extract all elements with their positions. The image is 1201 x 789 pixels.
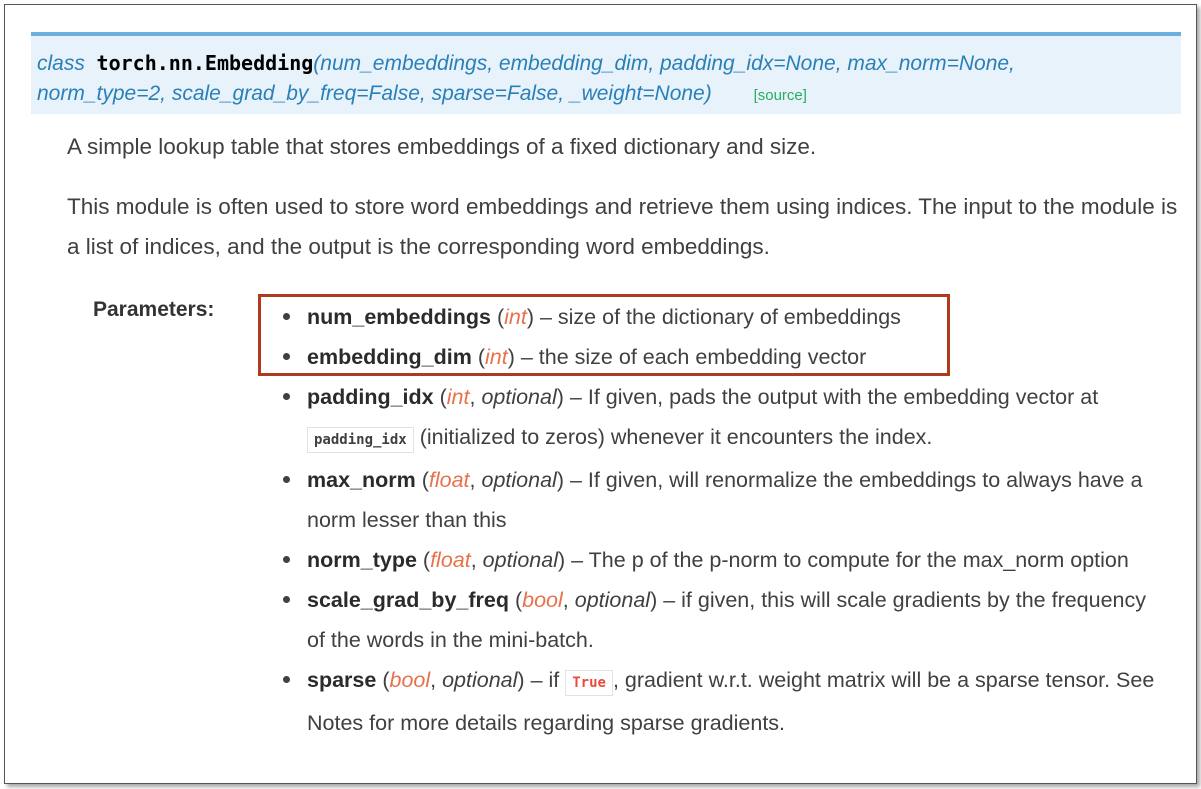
param-desc-cont: , gradient w.r.t. weight matrix will be … (307, 668, 1155, 735)
param-desc: – if (524, 668, 566, 692)
param-optional: optional (574, 588, 651, 612)
param-desc: – If given, pads the output with the emb… (563, 385, 1099, 409)
signature-args-line2: norm_type=2, scale_grad_by_freq=False, s… (37, 82, 712, 105)
param-name: sparse (307, 668, 377, 692)
parameters-label: Parameters: (93, 298, 215, 321)
param-type: bool (522, 588, 563, 612)
class-name: torch.nn.Embedding (96, 51, 314, 75)
signature-args-line1: (num_embeddings, embedding_dim, padding_… (313, 52, 1015, 75)
inline-code: padding_idx (307, 427, 414, 453)
param-type: float (430, 548, 471, 572)
param-name: scale_grad_by_freq (307, 588, 509, 612)
param-name: max_norm (307, 468, 416, 492)
inline-code: True (565, 670, 613, 696)
param-optional: optional (482, 548, 558, 572)
param-type: int (446, 385, 470, 409)
param-type: bool (389, 668, 431, 692)
param-optional: optional (481, 385, 557, 409)
param-type: float (428, 468, 470, 492)
param-max-norm: max_norm (float, optional) – If given, w… (283, 460, 1163, 540)
param-optional: optional (442, 668, 518, 692)
param-scale-grad-by-freq: scale_grad_by_freq (bool, optional) – if… (283, 580, 1163, 660)
param-optional: optional (481, 468, 557, 492)
highlight-annotation-box (258, 294, 950, 376)
param-norm-type: norm_type (float, optional) – The p of t… (283, 540, 1163, 580)
param-name: padding_idx (307, 385, 434, 409)
description-line1: A simple lookup table that stores embedd… (67, 134, 817, 159)
class-keyword: class (37, 52, 85, 75)
param-padding-idx: padding_idx (int, optional) – If given, … (283, 377, 1163, 460)
param-desc-cont: (initialized to zeros) whenever it encou… (413, 425, 933, 449)
class-signature: class torch.nn.Embedding(num_embeddings,… (31, 32, 1181, 114)
doc-frame: class torch.nn.Embedding(num_embeddings,… (4, 4, 1197, 784)
param-name: norm_type (307, 548, 417, 572)
param-sparse: sparse (bool, optional) – if True, gradi… (283, 660, 1163, 743)
source-link[interactable]: [source] (754, 87, 807, 104)
description-line2: This module is often used to store word … (67, 194, 1178, 259)
param-desc: – The p of the p-norm to compute for the… (565, 548, 1129, 572)
